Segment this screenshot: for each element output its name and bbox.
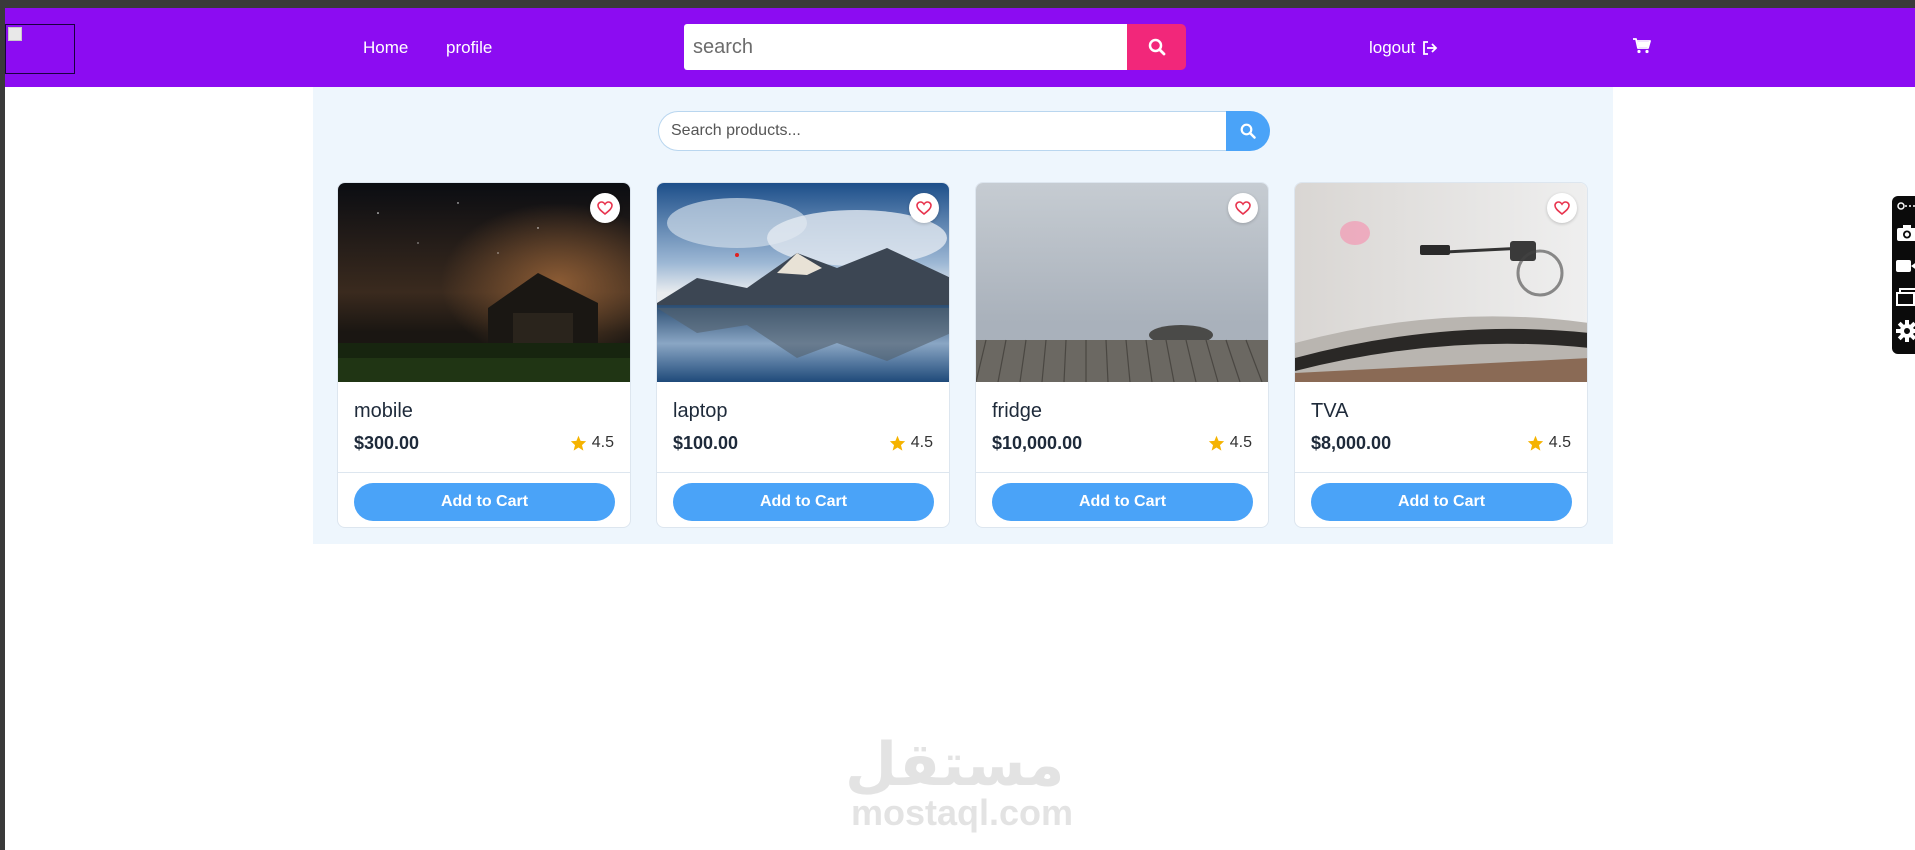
star-icon xyxy=(570,435,586,451)
star-icon xyxy=(1208,435,1224,451)
products-panel: mobile $300.00 4.5 Add to Cart xyxy=(313,87,1613,544)
product-rating: 4.5 xyxy=(1527,434,1571,452)
camera-icon[interactable] xyxy=(1896,224,1915,242)
link-icon[interactable] xyxy=(1896,200,1915,212)
nav-profile-link[interactable]: profile xyxy=(446,38,492,58)
product-search-input[interactable] xyxy=(658,111,1234,151)
search-icon xyxy=(1240,123,1256,139)
logout-icon xyxy=(1423,41,1438,55)
product-card: TVA $8,000.00 4.5 Add to Cart xyxy=(1294,182,1588,528)
video-icon[interactable] xyxy=(1896,258,1915,274)
product-name: TVA xyxy=(1311,400,1349,422)
product-rating: 4.5 xyxy=(570,434,614,452)
product-price: $100.00 xyxy=(673,433,739,453)
product-image-foggy-pier[interactable] xyxy=(976,183,1268,382)
favorite-button[interactable] xyxy=(1228,193,1258,223)
navbar-search-input[interactable] xyxy=(684,24,1132,70)
card-divider xyxy=(976,472,1268,473)
navbar-search-button[interactable] xyxy=(1127,24,1186,70)
favorite-button[interactable] xyxy=(590,193,620,223)
product-name: laptop xyxy=(673,400,728,422)
product-image-mountain-lake[interactable] xyxy=(657,183,949,382)
product-price: $8,000.00 xyxy=(1311,433,1392,453)
product-card: fridge $10,000.00 4.5 Add to Cart xyxy=(975,182,1269,528)
heart-icon xyxy=(1554,201,1570,215)
rating-value: 4.5 xyxy=(1548,434,1571,451)
product-name: fridge xyxy=(992,400,1043,422)
rating-value: 4.5 xyxy=(910,434,933,451)
product-card: laptop $100.00 4.5 Add to Cart xyxy=(656,182,950,528)
card-divider xyxy=(338,472,630,473)
favorite-button[interactable] xyxy=(909,193,939,223)
add-to-cart-button[interactable]: Add to Cart xyxy=(673,483,934,521)
extension-side-toolbar xyxy=(1892,196,1915,354)
card-divider xyxy=(1295,472,1587,473)
card-divider xyxy=(657,472,949,473)
gear-icon[interactable] xyxy=(1896,320,1915,342)
product-rating: 4.5 xyxy=(889,434,933,452)
nav-home-link[interactable]: Home xyxy=(363,38,408,58)
add-to-cart-button[interactable]: Add to Cart xyxy=(1311,483,1572,521)
product-search-bar xyxy=(658,111,1270,151)
broken-image-icon xyxy=(8,27,22,41)
rating-value: 4.5 xyxy=(1229,434,1252,451)
rating-value: 4.5 xyxy=(591,434,614,451)
page: Home profile logout xyxy=(5,8,1915,850)
windows-icon[interactable] xyxy=(1896,288,1915,306)
product-price: $10,000.00 xyxy=(992,433,1083,453)
heart-icon xyxy=(916,201,932,215)
product-price: $300.00 xyxy=(354,433,420,453)
cart-button[interactable] xyxy=(1633,38,1651,59)
logout-link[interactable]: logout xyxy=(1369,38,1439,58)
logo-image[interactable] xyxy=(5,24,75,74)
product-search-button[interactable] xyxy=(1226,111,1270,151)
cart-icon xyxy=(1633,38,1651,54)
product-rating: 4.5 xyxy=(1208,434,1252,452)
navbar: Home profile logout xyxy=(5,8,1915,87)
product-image-night-barn[interactable] xyxy=(338,183,630,382)
logout-label: logout xyxy=(1369,38,1416,57)
product-name: mobile xyxy=(354,400,413,422)
product-card: mobile $300.00 4.5 Add to Cart xyxy=(337,182,631,528)
star-icon xyxy=(889,435,905,451)
product-image-turntable[interactable] xyxy=(1295,183,1587,382)
heart-icon xyxy=(597,201,613,215)
search-icon xyxy=(1148,38,1165,56)
add-to-cart-button[interactable]: Add to Cart xyxy=(354,483,615,521)
add-to-cart-button[interactable]: Add to Cart xyxy=(992,483,1253,521)
watermark-latin: mostaql.com xyxy=(851,792,1074,833)
watermark-arabic: مستقل xyxy=(845,730,1065,800)
star-icon xyxy=(1527,435,1543,451)
heart-icon xyxy=(1235,201,1251,215)
favorite-button[interactable] xyxy=(1547,193,1577,223)
